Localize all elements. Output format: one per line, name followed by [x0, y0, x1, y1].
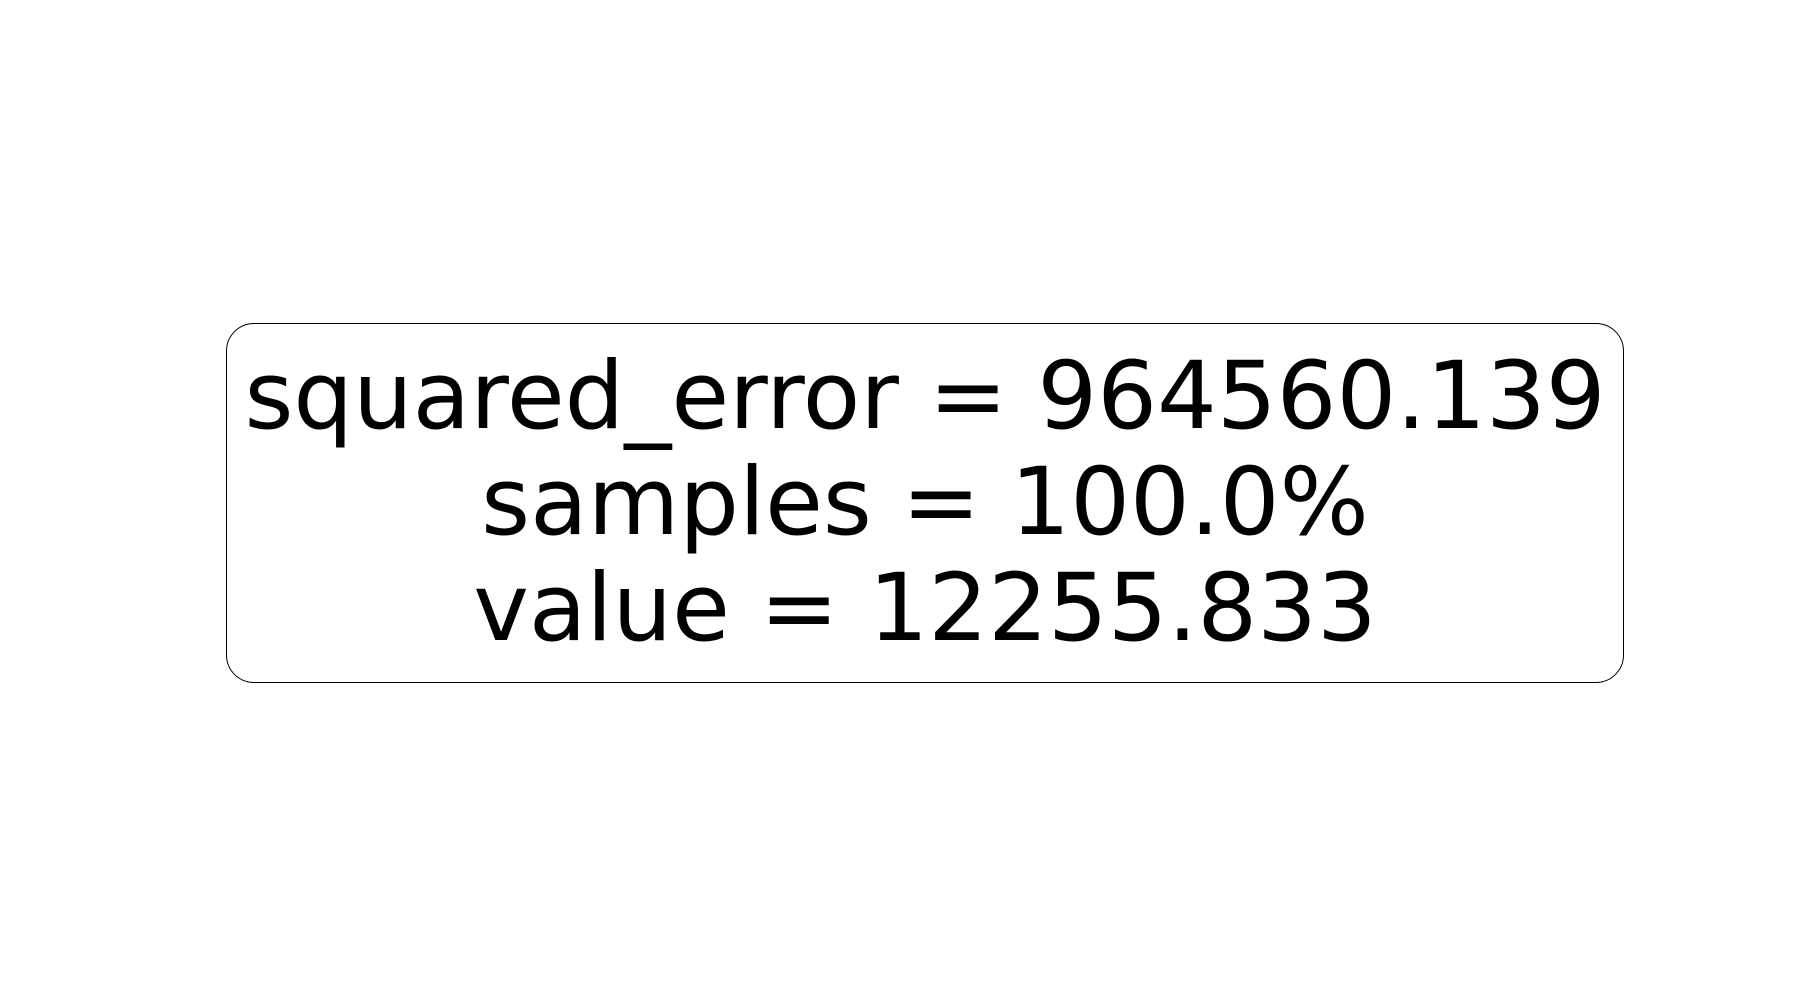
node-value-label: value = 12255.833	[473, 554, 1377, 663]
tree-root-node: squared_error = 964560.139 samples = 100…	[226, 323, 1624, 683]
decision-tree-canvas: squared_error = 964560.139 samples = 100…	[0, 0, 1800, 1000]
node-samples-label: samples = 100.0%	[481, 448, 1369, 557]
node-squared-error-label: squared_error = 964560.139	[244, 342, 1606, 451]
